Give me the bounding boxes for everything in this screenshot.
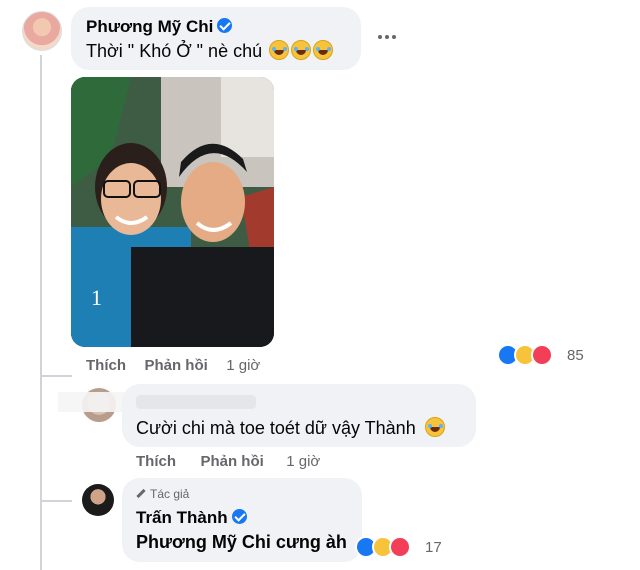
thread-line-branch: [40, 375, 72, 377]
thread-line: [40, 55, 42, 570]
author-name[interactable]: Trấn Thành: [136, 508, 228, 527]
comment-author[interactable]: Trấn Thành: [136, 508, 247, 528]
avatar[interactable]: [82, 484, 114, 516]
comment-text: Thời " Khó Ở " nè chú: [86, 40, 334, 62]
rofl-emoji-icon: [269, 40, 290, 60]
comment-text: Phương Mỹ Chi cưng àh: [136, 532, 347, 553]
mention-link[interactable]: Phương Mỹ Chi cưng àh: [136, 532, 347, 552]
reply-link[interactable]: Phản hồi: [144, 357, 207, 374]
rofl-emoji-icon: [291, 40, 312, 60]
comment-actions: Thích Phản hồi 1 giờ: [86, 357, 260, 375]
verified-badge-icon: [217, 18, 233, 33]
love-reaction-icon: [531, 344, 553, 366]
thread-line-branch: [40, 500, 72, 502]
reaction-summary[interactable]: 17: [355, 534, 455, 560]
comment-text-content: Thời " Khó Ở " nè chú: [86, 41, 263, 61]
comment-author[interactable]: Phương Mỹ Chi: [86, 17, 233, 37]
comment-text-content: Phương Mỹ Chi cưng àh: [136, 532, 347, 552]
comment-photo[interactable]: 1: [71, 77, 274, 347]
author-badge-label: Tác giả: [150, 487, 190, 501]
verified-badge-icon: [231, 509, 247, 524]
reaction-summary[interactable]: 85: [497, 342, 597, 368]
smile-emoji-icon: [424, 417, 445, 437]
photo-image: 1: [71, 77, 274, 347]
author-badge: Tác giả: [136, 487, 189, 501]
like-link[interactable]: Thích: [86, 357, 126, 374]
more-options-icon[interactable]: [376, 32, 398, 42]
comment-text-content: Cười chi mà toe toét dữ vậy Thành: [136, 418, 416, 438]
comment-actions: Thích Phản hồi 1 giờ: [136, 453, 320, 471]
avatar[interactable]: [22, 11, 62, 51]
comment-author-hidden: [136, 395, 256, 409]
reaction-count: 85: [567, 347, 584, 364]
comment-time[interactable]: 1 giờ: [226, 357, 260, 374]
svg-text:1: 1: [91, 285, 102, 310]
like-link[interactable]: Thích: [136, 453, 176, 470]
love-reaction-icon: [389, 536, 411, 558]
comment-text: Cười chi mà toe toét dữ vậy Thành: [136, 417, 445, 439]
pencil-icon: [136, 488, 146, 499]
rofl-emoji-icon: [313, 40, 334, 60]
reaction-count: 17: [425, 539, 442, 556]
comment-time[interactable]: 1 giờ: [286, 453, 320, 470]
reply-link[interactable]: Phản hồi: [200, 453, 263, 470]
author-name[interactable]: Phương Mỹ Chi: [86, 17, 213, 36]
